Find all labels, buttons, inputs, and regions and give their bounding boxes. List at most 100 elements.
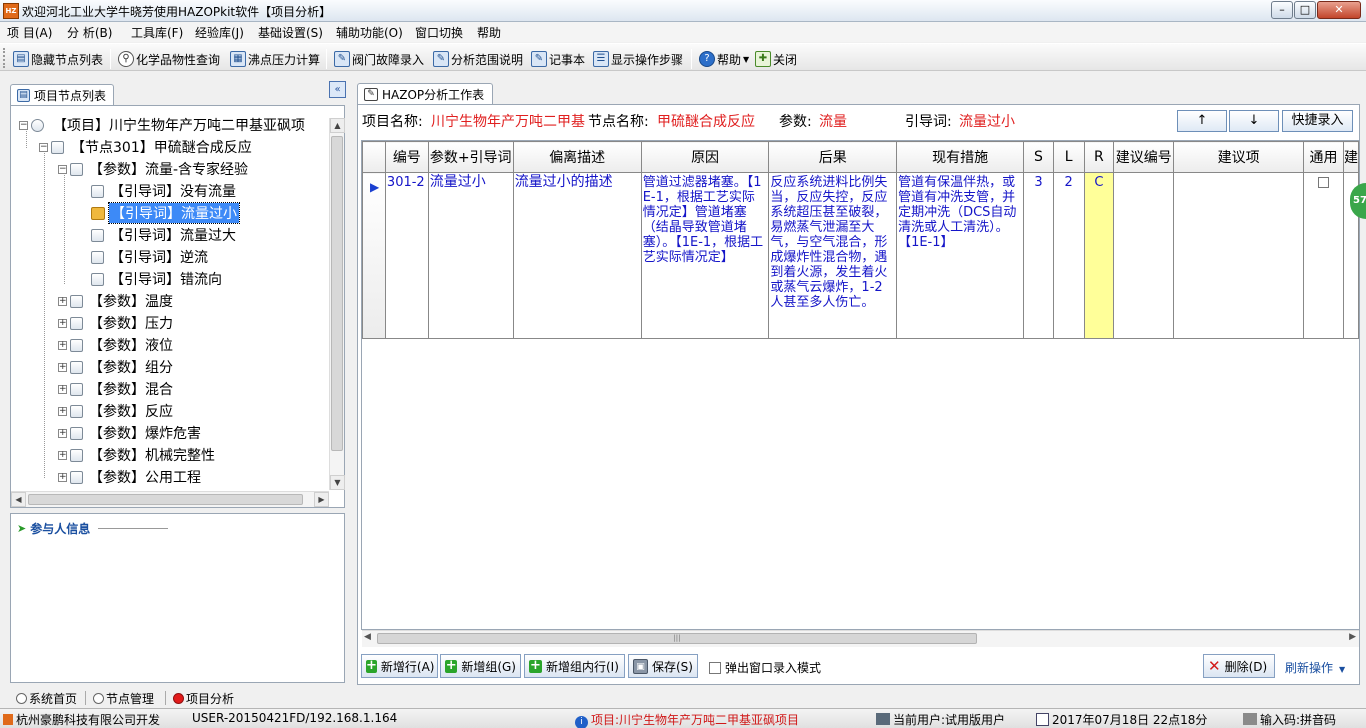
scope-desc-button[interactable]: ✎ 分析范围说明 [433, 48, 523, 70]
collapse-icon[interactable]: − [39, 142, 48, 152]
tab-hazop-worksheet[interactable]: ✎ HAZOP分析工作表 [357, 83, 493, 105]
tree-item-param[interactable]: + 【参数】组分 [58, 357, 173, 377]
row-selector-header[interactable] [362, 141, 386, 173]
notepad-button[interactable]: ✎ 记事本 [531, 48, 585, 70]
boiling-calc-button[interactable]: ▦ 沸点压力计算 [230, 48, 320, 70]
expand-icon[interactable]: + [58, 406, 67, 416]
col-header-deviation[interactable]: 偏离描述 [512, 141, 642, 173]
tree-item-guideword-selected[interactable]: 【引导词】流量过小 [91, 202, 240, 224]
scroll-thumb[interactable] [331, 136, 343, 451]
col-header-suggestion[interactable]: 建议项 [1173, 141, 1305, 173]
col-header-r[interactable]: R [1083, 141, 1115, 173]
tab-project-analysis[interactable]: 项目分析 [173, 690, 234, 707]
tree-item-param-flow[interactable]: − 【参数】流量-含专家经验 [58, 159, 248, 179]
scroll-thumb[interactable]: ||| [377, 633, 977, 644]
menu-basic-settings[interactable]: 基础设置(S) [256, 24, 325, 41]
cell-common[interactable] [1303, 172, 1344, 339]
menu-help[interactable]: 帮助 [475, 24, 503, 41]
collapse-panel-button[interactable]: « [329, 81, 346, 98]
menu-toolbox[interactable]: 工具库(F) [129, 24, 185, 41]
cell-consequence[interactable]: 反应系统进料比例失当，反应失控，反应系统超压甚至破裂，易燃蒸气泄漏至大气，与空气… [768, 172, 898, 339]
refresh-menu[interactable]: 刷新操作 ▼ [1285, 659, 1345, 676]
popup-mode-toggle[interactable]: 弹出窗口录入模式 [709, 659, 821, 676]
menu-project[interactable]: 项 目(A) [5, 24, 54, 41]
valve-fault-button[interactable]: ✎ 阀门故障录入 [334, 48, 424, 70]
toolbar-grip[interactable] [3, 48, 7, 68]
cell-suggestion[interactable] [1173, 172, 1305, 339]
move-down-button[interactable]: ↓ [1229, 110, 1279, 132]
cell-id[interactable]: 301-2 [384, 172, 429, 339]
tree-item-node-301[interactable]: − 【节点301】甲硫醚合成反应 [39, 137, 252, 157]
row-selector[interactable]: ▶ [362, 172, 386, 339]
maximize-button[interactable]: □ [1294, 1, 1316, 19]
menu-window-switch[interactable]: 窗口切换 [413, 24, 465, 41]
tab-tree-list[interactable]: ▤ 项目节点列表 [10, 84, 114, 106]
move-up-button[interactable]: ↑ [1177, 110, 1227, 132]
help-button[interactable]: ? 帮助 ▼ [699, 48, 749, 70]
cell-suggestion-id[interactable] [1113, 172, 1175, 339]
add-group-row-button[interactable]: + 新增组内行(I) [524, 654, 625, 678]
cell-deviation[interactable]: 流量过小的描述 [512, 172, 642, 339]
add-group-button[interactable]: + 新增组(G) [440, 654, 521, 678]
close-window-button[interactable]: ✕ [1317, 1, 1361, 19]
tree-item-guideword[interactable]: 【引导词】错流向 [91, 269, 222, 289]
tree-item-param[interactable]: + 【参数】温度 [58, 291, 173, 311]
chem-query-button[interactable]: ⚲ 化学品物性查询 [118, 48, 220, 70]
tab-node-management[interactable]: 节点管理 [93, 690, 154, 707]
cell-s[interactable]: 3 [1023, 172, 1054, 339]
close-tool-button[interactable]: ✚ 关闭 [755, 48, 797, 70]
tab-home[interactable]: 系统首页 [16, 690, 77, 707]
cell-l[interactable]: 2 [1052, 172, 1085, 339]
expand-icon[interactable]: + [58, 384, 67, 394]
scroll-right-icon[interactable]: ▶ [314, 492, 329, 507]
collapse-icon[interactable]: − [19, 120, 28, 130]
col-header-cause[interactable]: 原因 [640, 141, 770, 173]
cell-param-guide[interactable]: 流量过小 [427, 172, 514, 339]
tree-item-param[interactable]: + 【参数】液位 [58, 335, 173, 355]
expand-icon[interactable]: + [58, 362, 67, 372]
col-header-consequence[interactable]: 后果 [768, 141, 898, 173]
menu-experience[interactable]: 经验库(J) [193, 24, 246, 41]
tree-item-guideword[interactable]: 【引导词】逆流 [91, 247, 208, 267]
popup-mode-checkbox[interactable] [709, 661, 721, 674]
tree-item-param[interactable]: + 【参数】混合 [58, 379, 173, 399]
menu-analysis[interactable]: 分 析(B) [65, 24, 114, 41]
hide-tree-button[interactable]: ▤ 隐藏节点列表 [13, 48, 103, 70]
show-steps-button[interactable]: ☰ 显示操作步骤 [593, 48, 683, 70]
grid-horizontal-scrollbar[interactable]: ◀ ||| ▶ [362, 630, 1359, 647]
cell-cause[interactable]: 管道过滤器堵塞。【1E-1，根据工艺实际情况定】管道堵塞（结晶导致管道堵塞）。【… [640, 172, 770, 339]
col-header-suggestion-id[interactable]: 建议编号 [1113, 141, 1175, 173]
col-header-param-guide[interactable]: 参数+引导词 [427, 141, 514, 173]
col-header-id[interactable]: 编号 [384, 141, 429, 173]
expand-icon[interactable]: + [58, 472, 67, 482]
tree-item-guideword[interactable]: 【引导词】没有流量 [91, 181, 236, 201]
tree-item-param[interactable]: + 【参数】公用工程 [58, 467, 201, 487]
common-checkbox[interactable] [1317, 177, 1329, 188]
tree-item-param[interactable]: + 【参数】压力 [58, 313, 173, 333]
delete-button[interactable]: ✕ 删除(D) [1203, 654, 1275, 678]
expand-icon[interactable]: + [58, 450, 67, 460]
expand-icon[interactable]: + [58, 340, 67, 350]
table-row[interactable]: ▶ 301-2 流量过小 流量过小的描述 管道过滤器堵塞。【1E-1，根据工艺实… [362, 172, 1359, 339]
tree-item-guideword[interactable]: 【引导词】流量过大 [91, 225, 236, 245]
expand-icon[interactable]: + [58, 296, 67, 306]
cell-measures[interactable]: 管道有保温伴热，或管道有冲洗支管，并定期冲洗（DCS自动清洗或人工清洗）。【1E… [896, 172, 1025, 339]
tree-horizontal-scrollbar[interactable]: ◀ ▶ [11, 491, 329, 507]
scroll-thumb[interactable] [28, 494, 303, 505]
col-header-common[interactable]: 通用 [1303, 141, 1344, 173]
add-row-button[interactable]: + 新增行(A) [361, 654, 438, 678]
cell-r[interactable]: C [1083, 172, 1115, 339]
expand-icon[interactable]: + [58, 428, 67, 438]
tree-item-param[interactable]: + 【参数】爆炸危害 [58, 423, 201, 443]
scroll-left-icon[interactable]: ◀ [11, 492, 26, 507]
scroll-down-icon[interactable]: ▼ [330, 475, 345, 490]
scroll-right-icon[interactable]: ▶ [1349, 632, 1356, 642]
quick-entry-button[interactable]: 快捷录入 [1282, 110, 1353, 132]
menu-aux-functions[interactable]: 辅助功能(O) [334, 24, 405, 41]
tree-item-param[interactable]: + 【参数】机械完整性 [58, 445, 215, 465]
scroll-up-icon[interactable]: ▲ [330, 118, 345, 133]
save-button[interactable]: ▣ 保存(S) [628, 654, 698, 678]
minimize-button[interactable]: – [1271, 1, 1293, 19]
col-header-s[interactable]: S [1023, 141, 1054, 173]
tree-item-project[interactable]: − 【项目】川宁生物年产万吨二甲基亚砜项 [19, 115, 305, 135]
